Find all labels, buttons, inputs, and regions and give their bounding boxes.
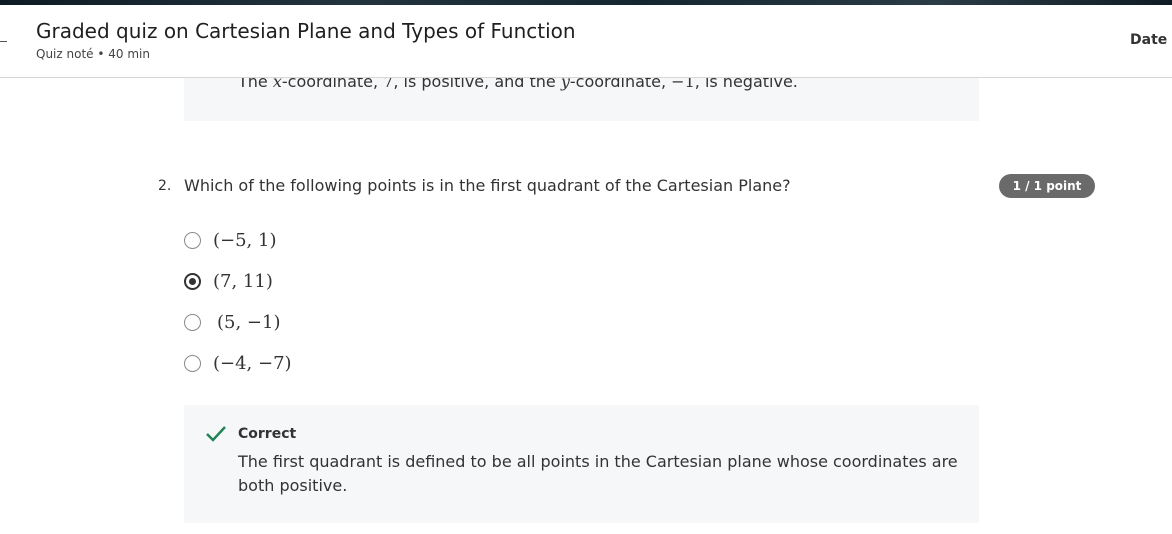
- radio-button-selected[interactable]: [184, 272, 201, 290]
- answer-option-label: (−5, 1): [213, 229, 277, 251]
- answer-option-label: (7, 11): [213, 270, 273, 292]
- feedback-body: The first quadrant is defined to be all …: [238, 452, 958, 495]
- radio-button[interactable]: [184, 313, 201, 331]
- feedback-title: Correct: [238, 426, 297, 442]
- radio-button[interactable]: [184, 231, 201, 249]
- radio-button[interactable]: [184, 354, 201, 372]
- question-number: 2.: [158, 178, 172, 194]
- date-label: Date 2: [1130, 32, 1172, 48]
- answer-option-label: (−4, −7): [213, 352, 292, 374]
- answer-option[interactable]: (5, −1): [184, 310, 280, 334]
- answer-option-label: (5, −1): [217, 311, 281, 333]
- quiz-header: Graded quiz on Cartesian Plane and Types…: [0, 5, 1172, 78]
- score-badge: 1 / 1 point: [999, 174, 1095, 198]
- back-arrow-icon[interactable]: [0, 41, 7, 42]
- question-text: Which of the following points is in the …: [184, 176, 791, 195]
- quiz-subtitle: Quiz noté • 40 min: [36, 47, 150, 61]
- answer-option[interactable]: (7, 11): [184, 269, 273, 293]
- answer-option[interactable]: (−5, 1): [184, 228, 276, 252]
- answer-option[interactable]: (−4, −7): [184, 351, 292, 375]
- quiz-title: Graded quiz on Cartesian Plane and Types…: [36, 19, 576, 43]
- checkmark-icon: [206, 426, 226, 442]
